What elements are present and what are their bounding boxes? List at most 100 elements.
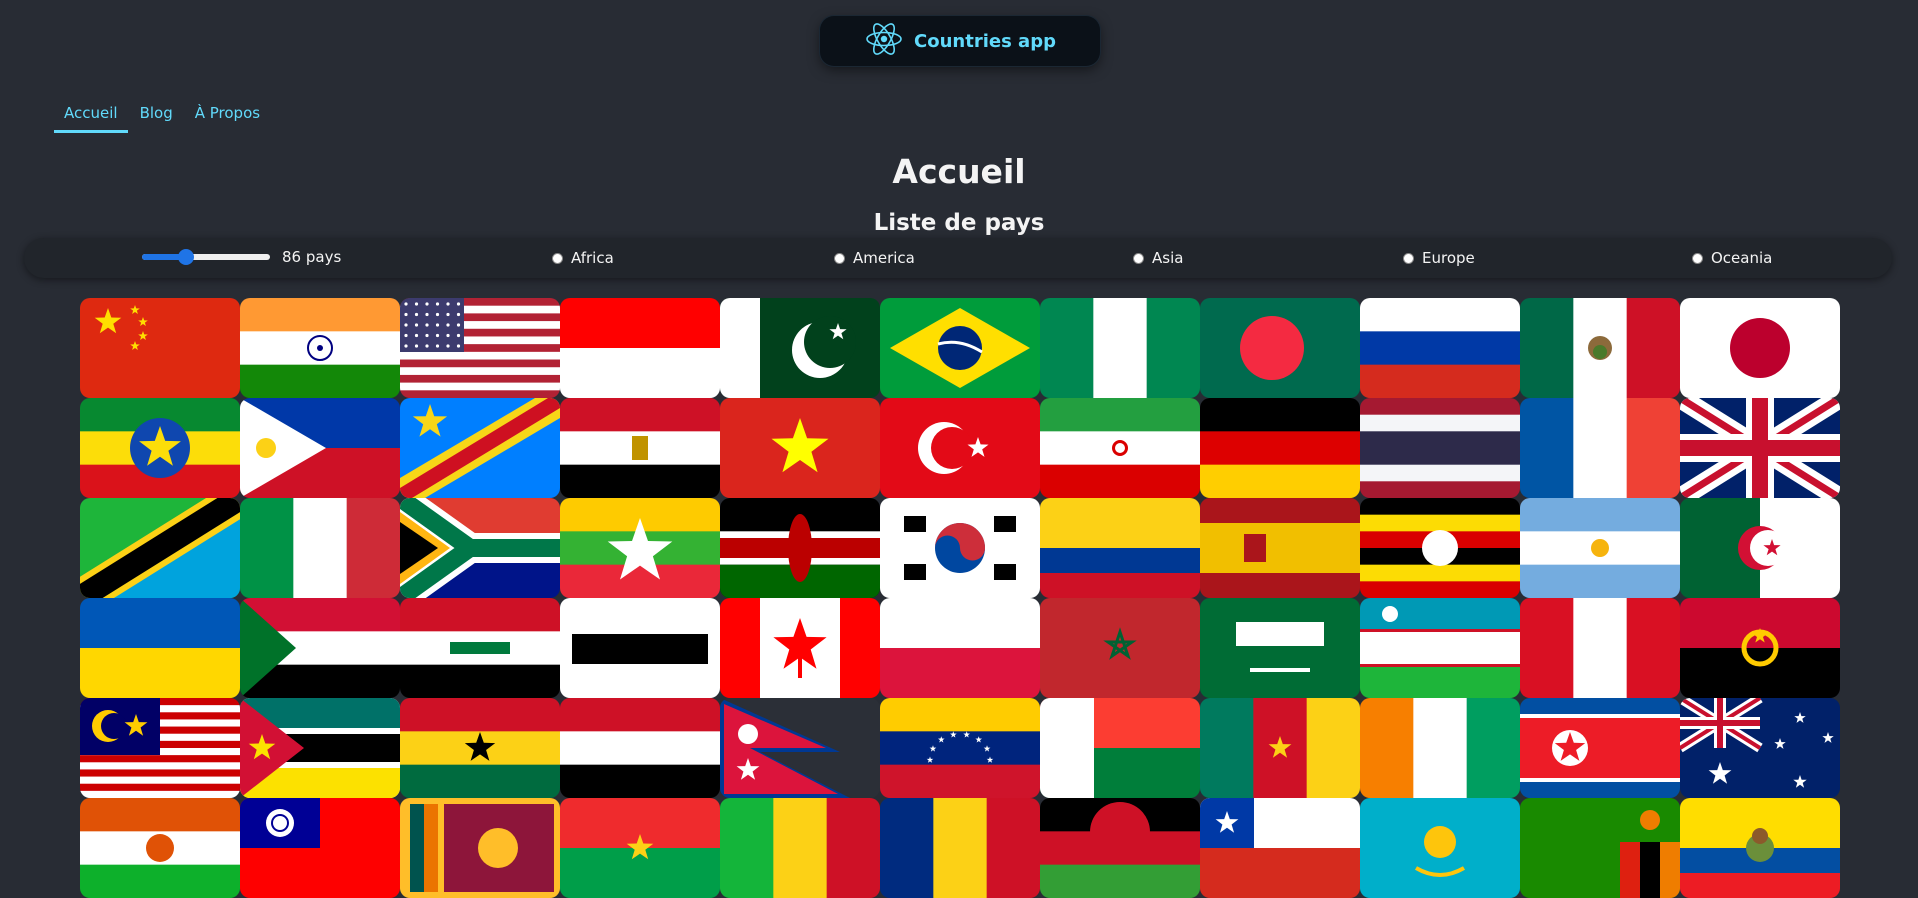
flag-card-ivory-coast[interactable]	[1360, 698, 1520, 798]
flag-egypt-icon	[560, 398, 720, 498]
flag-colombia-icon	[1040, 498, 1200, 598]
flag-card-france[interactable]	[1520, 398, 1680, 498]
flag-russia-icon	[1360, 298, 1520, 398]
range-slider[interactable]	[142, 249, 270, 265]
flag-card-philippines[interactable]	[240, 398, 400, 498]
flag-france-icon	[1520, 398, 1680, 498]
range-thumb[interactable]	[177, 249, 194, 265]
flag-card-canada[interactable]	[720, 598, 880, 698]
flag-card-taiwan[interactable]	[240, 798, 400, 898]
flag-card-romania[interactable]	[880, 798, 1040, 898]
main-nav: Accueil Blog À Propos	[54, 100, 270, 133]
flag-card-china[interactable]	[80, 298, 240, 398]
country-flag-grid	[80, 298, 1840, 898]
flag-card-colombia[interactable]	[1040, 498, 1200, 598]
flag-card-turkey[interactable]	[880, 398, 1040, 498]
flag-ivory-coast-icon	[1360, 698, 1520, 798]
flag-card-poland[interactable]	[880, 598, 1040, 698]
app-header: Countries app	[820, 16, 1100, 66]
flag-card-ethiopia[interactable]	[80, 398, 240, 498]
flag-card-chile[interactable]	[1200, 798, 1360, 898]
flag-ukraine-icon	[80, 598, 240, 698]
radio-button[interactable]	[552, 252, 563, 264]
flag-card-madagascar[interactable]	[1040, 698, 1200, 798]
flag-card-spain[interactable]	[1200, 498, 1360, 598]
radio-africa[interactable]: Africa	[552, 249, 614, 267]
radio-button[interactable]	[1692, 252, 1703, 264]
radio-button[interactable]	[1403, 252, 1414, 264]
flag-card-ecuador[interactable]	[1680, 798, 1840, 898]
flag-card-peru[interactable]	[1520, 598, 1680, 698]
flag-card-united-kingdom[interactable]	[1680, 398, 1840, 498]
flag-card-india[interactable]	[240, 298, 400, 398]
flag-sudan-icon	[240, 598, 400, 698]
flag-card-pakistan[interactable]	[720, 298, 880, 398]
flag-card-bangladesh[interactable]	[1200, 298, 1360, 398]
flag-card-sudan[interactable]	[240, 598, 400, 698]
flag-card-zambia[interactable]	[1520, 798, 1680, 898]
flag-card-iran[interactable]	[1040, 398, 1200, 498]
flag-card-south-africa[interactable]	[400, 498, 560, 598]
flag-indonesia-icon	[560, 298, 720, 398]
nav-link-accueil[interactable]: Accueil	[54, 100, 128, 133]
flag-card-egypt[interactable]	[560, 398, 720, 498]
flag-card-burkina-faso[interactable]	[560, 798, 720, 898]
flag-card-russia[interactable]	[1360, 298, 1520, 398]
flag-card-saudi-arabia[interactable]	[1200, 598, 1360, 698]
filter-bar: 86 pays Africa America Asia Europe Ocean…	[24, 238, 1892, 278]
flag-card-japan[interactable]	[1680, 298, 1840, 398]
flag-mali-icon	[720, 798, 880, 898]
radio-asia[interactable]: Asia	[1133, 249, 1183, 267]
flag-iraq-icon	[400, 598, 560, 698]
flag-card-iraq[interactable]	[400, 598, 560, 698]
flag-card-nepal[interactable]	[720, 698, 880, 798]
flag-card-italy[interactable]	[240, 498, 400, 598]
flag-card-australia[interactable]	[1680, 698, 1840, 798]
flag-card-ukraine[interactable]	[80, 598, 240, 698]
flag-niger-icon	[80, 798, 240, 898]
flag-card-venezuela[interactable]	[880, 698, 1040, 798]
flag-card-dr-congo[interactable]	[400, 398, 560, 498]
flag-card-thailand[interactable]	[1360, 398, 1520, 498]
flag-card-sri-lanka[interactable]	[400, 798, 560, 898]
flag-card-malawi[interactable]	[1040, 798, 1200, 898]
flag-card-algeria[interactable]	[1680, 498, 1840, 598]
flag-card-kazakhstan[interactable]	[1360, 798, 1520, 898]
flag-card-kenya[interactable]	[720, 498, 880, 598]
radio-label: Oceania	[1711, 249, 1773, 267]
flag-card-mali[interactable]	[720, 798, 880, 898]
flag-card-cameroon[interactable]	[1200, 698, 1360, 798]
flag-card-usa[interactable]	[400, 298, 560, 398]
flag-card-vietnam[interactable]	[720, 398, 880, 498]
radio-europe[interactable]: Europe	[1403, 249, 1475, 267]
flag-card-niger[interactable]	[80, 798, 240, 898]
flag-card-indonesia[interactable]	[560, 298, 720, 398]
flag-sri-lanka-icon	[400, 798, 560, 898]
flag-card-yemen[interactable]	[560, 698, 720, 798]
nav-link-a-propos[interactable]: À Propos	[185, 100, 270, 133]
flag-card-nigeria[interactable]	[1040, 298, 1200, 398]
radio-oceania[interactable]: Oceania	[1692, 249, 1772, 267]
radio-america[interactable]: America	[834, 249, 915, 267]
flag-card-brazil[interactable]	[880, 298, 1040, 398]
flag-card-mozambique[interactable]	[240, 698, 400, 798]
flag-card-north-korea[interactable]	[1520, 698, 1680, 798]
flag-card-angola[interactable]	[1680, 598, 1840, 698]
flag-card-malaysia[interactable]	[80, 698, 240, 798]
nav-link-blog[interactable]: Blog	[130, 100, 183, 133]
flag-card-south-korea[interactable]	[880, 498, 1040, 598]
flag-card-mexico[interactable]	[1520, 298, 1680, 398]
flag-card-morocco[interactable]	[1040, 598, 1200, 698]
flag-card-germany[interactable]	[1200, 398, 1360, 498]
flag-card-uganda[interactable]	[1360, 498, 1520, 598]
flag-cameroon-icon	[1200, 698, 1360, 798]
flag-card-tanzania[interactable]	[80, 498, 240, 598]
radio-button[interactable]	[834, 252, 845, 264]
flag-card-argentina[interactable]	[1520, 498, 1680, 598]
flag-card-uzbekistan[interactable]	[1360, 598, 1520, 698]
flag-card-ghana[interactable]	[400, 698, 560, 798]
radio-button[interactable]	[1133, 252, 1144, 264]
flag-card-myanmar[interactable]	[560, 498, 720, 598]
flag-card-afghanistan[interactable]	[560, 598, 720, 698]
flag-burkina-faso-icon	[560, 798, 720, 898]
